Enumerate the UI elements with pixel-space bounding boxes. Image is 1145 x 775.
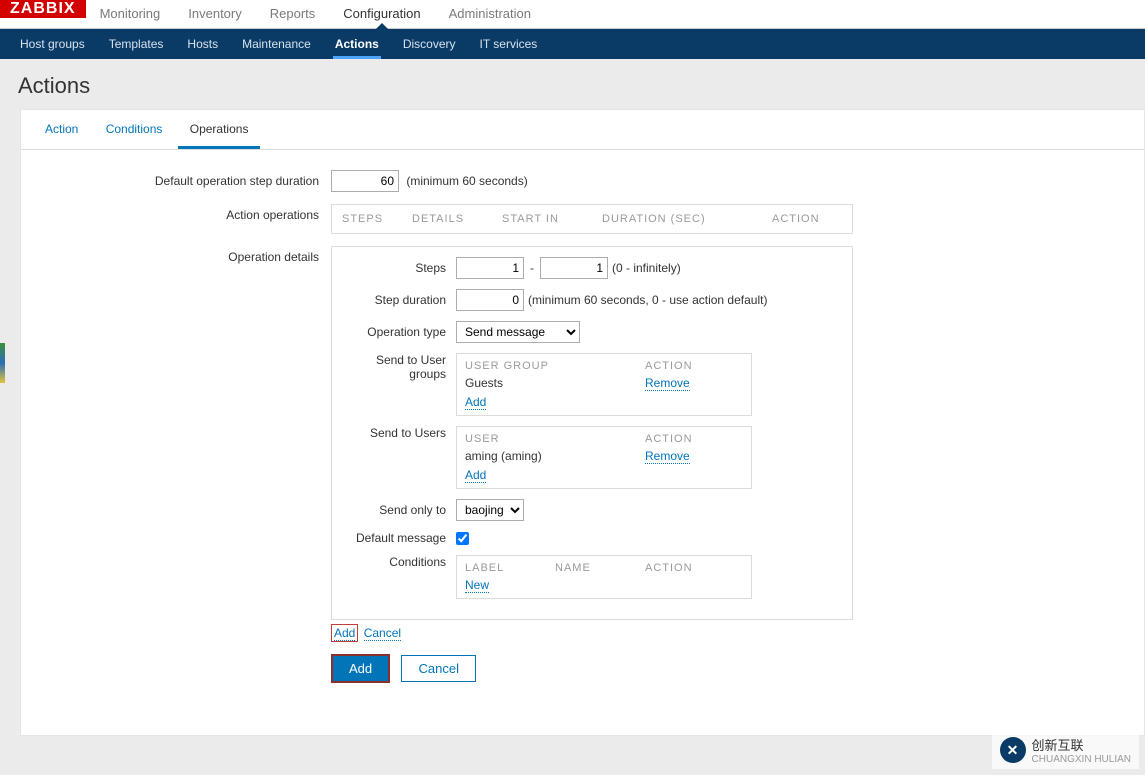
tab-operations[interactable]: Operations — [178, 110, 261, 149]
u-col-action: ACTION — [645, 433, 693, 445]
users-box: USER ACTION aming (aming) Remove Add — [456, 426, 752, 489]
op-col-details: DETAILS — [412, 213, 502, 225]
user-groups-box: USER GROUP ACTION Guests Remove Add — [456, 353, 752, 416]
add-button[interactable]: Add — [331, 654, 390, 683]
default-message-label: Default message — [346, 531, 456, 545]
page-title: Actions — [0, 59, 1145, 109]
ug-name: Guests — [465, 376, 645, 391]
subnav-templates[interactable]: Templates — [97, 29, 176, 59]
nav-administration[interactable]: Administration — [435, 0, 545, 28]
steps-from-input[interactable] — [456, 257, 524, 279]
inline-add-link[interactable]: Add — [334, 626, 355, 641]
operation-type-label: Operation type — [346, 325, 456, 339]
logo: ZABBIX — [0, 0, 86, 18]
default-message-checkbox[interactable] — [456, 532, 469, 545]
u-name: aming (aming) — [465, 449, 645, 464]
subnav-maintenance[interactable]: Maintenance — [230, 29, 323, 59]
watermark-sub: CHUANGXIN HULIAN — [1032, 754, 1131, 765]
action-operations-label: Action operations — [51, 204, 331, 222]
nav-configuration[interactable]: Configuration — [329, 0, 434, 28]
cond-col-action: ACTION — [645, 562, 693, 574]
top-navbar: ZABBIX Monitoring Inventory Reports Conf… — [0, 0, 1145, 29]
send-user-groups-label: Send to User groups — [346, 353, 456, 381]
u-add-link[interactable]: Add — [465, 468, 486, 483]
tab-conditions[interactable]: Conditions — [94, 110, 175, 149]
inline-cancel-link[interactable]: Cancel — [364, 626, 401, 641]
default-step-duration-input[interactable] — [331, 170, 399, 192]
nav-monitoring[interactable]: Monitoring — [86, 0, 175, 28]
op-col-steps: STEPS — [342, 213, 412, 225]
send-only-to-label: Send only to — [346, 503, 456, 517]
watermark: ✕ 创新互联 CHUANGXIN HULIAN — [992, 731, 1139, 769]
cond-col-label: LABEL — [465, 562, 555, 574]
u-row: aming (aming) Remove — [465, 449, 743, 464]
nav-reports[interactable]: Reports — [256, 0, 330, 28]
ug-remove-link[interactable]: Remove — [645, 376, 690, 391]
conditions-label: Conditions — [346, 555, 456, 569]
conditions-box: LABEL NAME ACTION New — [456, 555, 752, 599]
ug-add-link[interactable]: Add — [465, 395, 486, 410]
steps-hint: (0 - infinitely) — [612, 261, 681, 275]
ug-col-action: ACTION — [645, 360, 693, 372]
op-col-action: ACTION — [772, 213, 842, 225]
default-step-duration-hint: (minimum 60 seconds) — [406, 174, 527, 188]
u-col-user: USER — [465, 433, 645, 445]
operation-details-box: Steps - (0 - infinitely) Step duration — [331, 246, 853, 620]
watermark-icon: ✕ — [1000, 737, 1026, 763]
step-duration-input[interactable] — [456, 289, 524, 311]
ug-col-group: USER GROUP — [465, 360, 645, 372]
op-col-duration: DURATION (SEC) — [602, 213, 772, 225]
step-duration-label: Step duration — [346, 293, 456, 307]
steps-to-input[interactable] — [540, 257, 608, 279]
operations-table: STEPS DETAILS START IN DURATION (SEC) AC… — [331, 204, 853, 234]
send-users-label: Send to Users — [346, 426, 456, 440]
u-remove-link[interactable]: Remove — [645, 449, 690, 464]
subnav-host-groups[interactable]: Host groups — [8, 29, 97, 59]
tab-action[interactable]: Action — [33, 110, 90, 149]
watermark-brand: 创新互联 — [1032, 735, 1131, 754]
steps-dash: - — [530, 261, 534, 275]
subnav-discovery[interactable]: Discovery — [391, 29, 468, 59]
step-duration-hint: (minimum 60 seconds, 0 - use action defa… — [528, 293, 767, 307]
send-only-to-select[interactable]: baojing — [456, 499, 524, 521]
steps-label: Steps — [346, 261, 456, 275]
operation-details-label: Operation details — [51, 246, 331, 264]
op-col-startin: START IN — [502, 213, 602, 225]
cond-new-link[interactable]: New — [465, 578, 489, 593]
default-step-duration-label: Default operation step duration — [51, 170, 331, 188]
top-nav: Monitoring Inventory Reports Configurati… — [86, 0, 545, 28]
cond-col-name: NAME — [555, 562, 645, 574]
cancel-button[interactable]: Cancel — [401, 655, 475, 682]
content-panel: Action Conditions Operations Default ope… — [20, 109, 1145, 736]
subnav-it-services[interactable]: IT services — [468, 29, 550, 59]
subnav-hosts[interactable]: Hosts — [175, 29, 230, 59]
ug-row: Guests Remove — [465, 376, 743, 391]
subnav-actions[interactable]: Actions — [323, 29, 391, 59]
sub-navbar: Host groups Templates Hosts Maintenance … — [0, 29, 1145, 59]
tabs: Action Conditions Operations — [21, 110, 1144, 150]
nav-inventory[interactable]: Inventory — [174, 0, 255, 28]
left-color-shade — [0, 343, 5, 383]
operation-type-select[interactable]: Send message — [456, 321, 580, 343]
